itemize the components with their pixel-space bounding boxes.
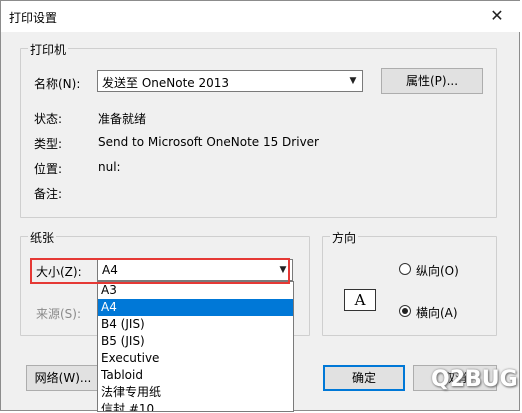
- type-value: Send to Microsoft OneNote 15 Driver: [98, 135, 319, 149]
- where-label: 位置:: [34, 162, 63, 176]
- printer-group-legend: 打印机: [28, 41, 69, 58]
- page-orientation-letter: A: [354, 291, 366, 309]
- status-value: 准备就绪: [98, 112, 147, 126]
- printer-name-value: 发送至 OneNote 2013: [102, 76, 230, 90]
- paper-size-option[interactable]: A3: [98, 282, 293, 299]
- properties-button-label: 属性(P)...: [405, 74, 459, 88]
- landscape-label[interactable]: 横向(A): [416, 304, 458, 321]
- status-label: 状态:: [34, 112, 63, 126]
- type-label: 类型:: [34, 137, 63, 151]
- printer-name-label: 名称(N):: [34, 77, 81, 91]
- close-icon[interactable]: ✕: [483, 5, 511, 27]
- print-setup-dialog: 打印设置 ✕ 打印机 名称(N): 发送至 OneNote 2013 ▼ 属性(…: [0, 0, 521, 412]
- title-bar: 打印设置 ✕: [1, 1, 521, 32]
- paper-size-option[interactable]: B4 (JIS): [98, 316, 293, 333]
- network-button[interactable]: 网络(W)...: [26, 365, 100, 391]
- paper-size-option[interactable]: Tabloid: [98, 367, 293, 384]
- paper-size-option[interactable]: A4: [98, 299, 293, 316]
- network-button-label: 网络(W)...: [34, 371, 92, 385]
- paper-group-legend: 纸张: [28, 229, 57, 246]
- paper-size-dropdown-list[interactable]: A3 A4 B4 (JIS) B5 (JIS) Executive Tabloid 法律专用…: [97, 281, 294, 412]
- paper-size-option[interactable]: 法律专用纸: [98, 384, 293, 401]
- where-value: nul:: [98, 160, 121, 174]
- paper-size-option[interactable]: B5 (JIS): [98, 333, 293, 350]
- orientation-group-legend: 方向: [330, 229, 359, 246]
- watermark-logo: Q2BUG: [431, 367, 518, 392]
- window-title: 打印设置: [9, 11, 58, 25]
- paper-size-option[interactable]: 信封 #10: [98, 401, 293, 411]
- highlight-box: [30, 258, 290, 284]
- portrait-radio[interactable]: [399, 263, 411, 275]
- landscape-radio[interactable]: [399, 305, 411, 317]
- portrait-label[interactable]: 纵向(O): [416, 262, 459, 279]
- ok-button-label: 确定: [351, 371, 376, 385]
- orientation-group: 方向: [322, 229, 497, 336]
- paper-size-option[interactable]: Executive: [98, 350, 293, 367]
- page-orientation-icon: A: [344, 289, 376, 311]
- properties-button[interactable]: 属性(P)...: [381, 68, 483, 94]
- paper-source-label: 来源(S):: [36, 307, 82, 321]
- printer-name-select[interactable]: 发送至 OneNote 2013 ▼: [97, 70, 363, 92]
- comment-label: 备注:: [34, 187, 63, 201]
- chevron-down-icon[interactable]: ▼: [345, 72, 361, 90]
- ok-button[interactable]: 确定: [323, 365, 405, 391]
